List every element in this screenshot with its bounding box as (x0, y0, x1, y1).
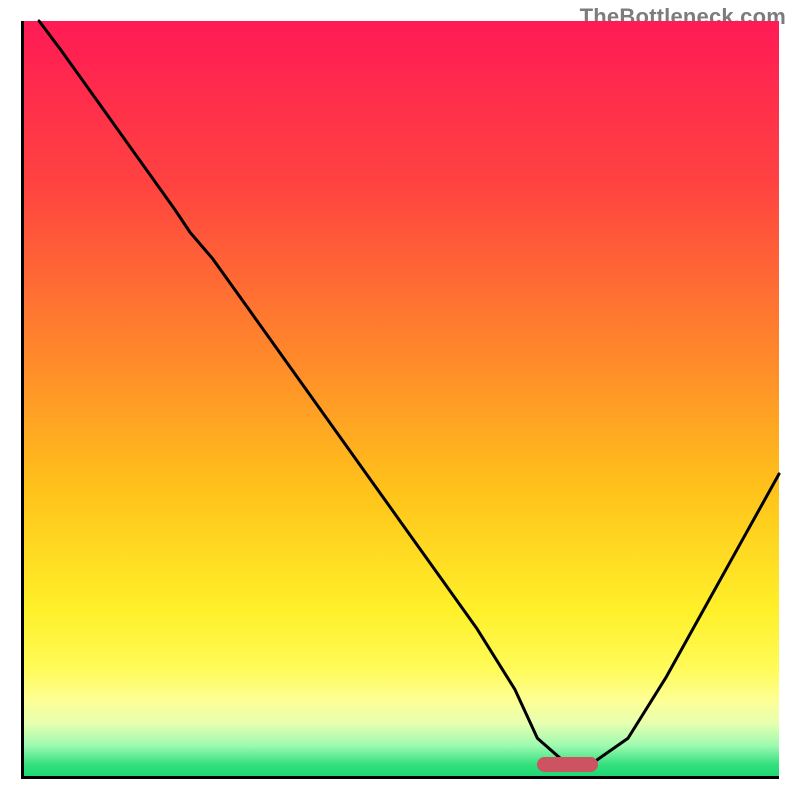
bottleneck-curve (24, 21, 779, 776)
chart-plot-area (21, 21, 779, 779)
optimal-range-marker (537, 757, 597, 772)
